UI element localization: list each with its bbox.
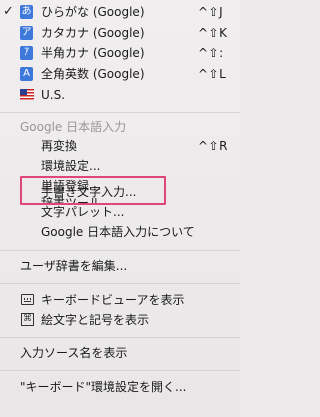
section-header: Google 日本語入力 [0,117,240,137]
menu-divider [0,283,240,284]
menu-divider [0,112,240,113]
menu-item-hiragana[interactable]: ✓ あ ひらがな (Google) ^⇧J [0,2,240,22]
menu-item-label: 文字パレット... [41,205,125,219]
highlight-annotation-box [20,176,166,205]
emoji-symbols-icon: ⌘ [21,313,34,326]
menu-item-shortcut: ^⇧R [198,139,228,153]
menu-item-label: ひらがな (Google) [41,5,145,19]
menu-item-keyboard-viewer[interactable]: キーボードビューアを表示 [0,290,240,310]
menu-item-katakana[interactable]: ア カタカナ (Google) ^⇧K [0,23,240,43]
menu-item-edit-user-dictionary[interactable]: ユーザ辞書を編集... [0,256,240,276]
menu-item-label: 絵文字と記号を表示 [41,313,150,327]
menu-item-label: キーボードビューアを表示 [41,293,185,307]
menu-item-halfwidth-kana[interactable]: ｱ 半角カナ (Google) ^⇧: [0,43,240,63]
us-flag-icon [20,89,34,100]
menu-item-label: 環境設定... [41,159,101,173]
menu-item-shortcut: ^⇧K [198,26,228,40]
menu-item-fullwidth-alnum[interactable]: A 全角英数 (Google) ^⇧L [0,64,240,84]
menu-item-label: 入力ソース名を表示 [20,346,128,360]
menu-item-character-palette[interactable]: 文字パレット... [0,202,240,222]
menu-item-about[interactable]: Google 日本語入力について [0,222,240,242]
menu-item-label: 再変換 [41,139,78,153]
menu-item-us[interactable]: U.S. [0,85,240,105]
menu-item-reconvert[interactable]: 再変換 ^⇧R [0,136,240,156]
menu-item-label: 全角英数 (Google) [41,67,145,81]
menu-item-shortcut: ^⇧L [198,67,227,81]
menu-item-emoji-symbols[interactable]: ⌘ 絵文字と記号を表示 [0,310,240,330]
menu-item-label: U.S. [41,88,66,102]
halfwidth-kana-icon: ｱ [20,46,33,60]
checkmark-icon: ✓ [3,4,14,19]
menu-item-label: Google 日本語入力について [41,225,195,239]
hiragana-icon: あ [20,5,33,19]
menu-item-keyboard-preferences[interactable]: "キーボード"環境設定を開く... [0,377,240,397]
section-header-label: Google 日本語入力 [20,120,127,134]
fullwidth-alnum-icon: A [20,67,33,81]
menu-item-label: 半角カナ (Google) [41,46,145,60]
menu-item-preferences[interactable]: 環境設定... [0,156,240,176]
menu-item-shortcut: ^⇧J [198,5,224,19]
menu-item-label: カタカナ (Google) [41,26,145,40]
input-source-menu: ✓ あ ひらがな (Google) ^⇧J ア カタカナ (Google) ^⇧… [0,0,240,417]
keyboard-icon [21,294,34,305]
menu-item-label: "キーボード"環境設定を開く... [20,380,187,394]
katakana-icon: ア [20,26,33,40]
menu-item-label: ユーザ辞書を編集... [20,259,128,273]
menu-item-shortcut: ^⇧: [198,46,224,60]
menu-divider [0,250,240,251]
menu-divider [0,370,240,371]
menu-item-show-input-source[interactable]: 入力ソース名を表示 [0,343,240,363]
menu-divider [0,337,240,338]
